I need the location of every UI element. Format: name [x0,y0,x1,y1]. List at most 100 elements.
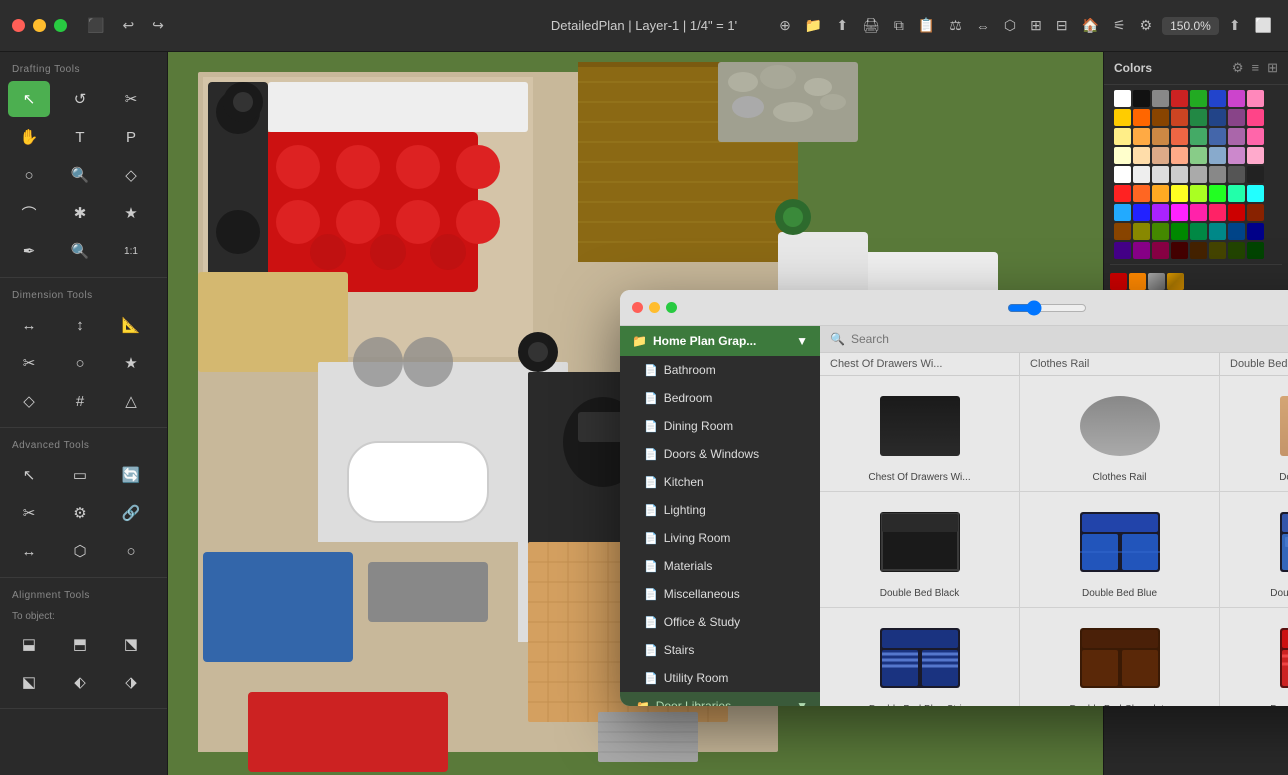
color-swatch[interactable] [1209,90,1226,107]
color-swatch[interactable] [1247,242,1264,259]
zoom-level[interactable]: 150.0% [1162,17,1219,35]
adv-gear-tool[interactable]: ⚙ [59,495,101,531]
color-swatch[interactable] [1133,109,1150,126]
library-search-input[interactable] [851,332,1288,346]
color-swatch[interactable] [1133,166,1150,183]
color-swatch[interactable] [1209,128,1226,145]
color-swatch[interactable] [1171,109,1188,126]
library-door-libraries[interactable]: 📁 Door Libraries ▼ [620,692,820,706]
color-swatch[interactable] [1133,185,1150,202]
color-swatch[interactable] [1133,204,1150,221]
grid-toggle-icon[interactable]: ⊞ [1267,60,1278,76]
color-swatch[interactable] [1247,109,1264,126]
align-left-bottom[interactable]: ⬕ [8,664,50,700]
angle-dim-tool[interactable]: 📐 [110,307,152,343]
color-swatch[interactable] [1228,147,1245,164]
copy-icon[interactable]: ⧉ [890,15,908,36]
adv-circle-tool[interactable]: ○ [110,533,152,569]
color-swatch[interactable] [1247,204,1264,221]
star-tool[interactable]: ✱ [59,195,101,231]
lib-minimize-button[interactable] [649,302,660,313]
color-swatch[interactable] [1133,223,1150,240]
color-swatch-orange[interactable] [1129,273,1146,290]
color-swatch[interactable] [1152,242,1169,259]
layers-icon[interactable]: ⚟ [1109,15,1130,36]
maximize-button[interactable] [54,19,67,32]
library-cat-living[interactable]: 📄 Living Room [620,524,820,552]
color-swatch[interactable] [1133,147,1150,164]
sidebar-toggle-icon[interactable]: ⬛ [83,15,108,36]
color-swatch[interactable] [1190,166,1207,183]
color-swatch[interactable] [1152,90,1169,107]
folder-icon[interactable]: 📁 [801,15,826,36]
list-item-bed-blue[interactable]: Double Bed Blue [1020,492,1220,608]
adv-resize-tool[interactable]: ↔ [8,533,50,569]
tri-tool[interactable]: △ [110,383,152,419]
color-swatch[interactable] [1209,185,1226,202]
color-swatch[interactable] [1190,185,1207,202]
color-swatch[interactable] [1247,223,1264,240]
color-swatch[interactable] [1171,242,1188,259]
lib-maximize-button[interactable] [666,302,677,313]
magnify-tool[interactable]: 🔍 [59,157,101,193]
color-swatch[interactable] [1133,90,1150,107]
vert-dim-tool[interactable]: ↕ [59,307,101,343]
library-cat-doors[interactable]: 📄 Doors & Windows [620,440,820,468]
undo-button[interactable]: ↩ [118,15,138,36]
color-swatch[interactable] [1247,128,1264,145]
color-swatch[interactable] [1228,242,1245,259]
adv-cut-tool[interactable]: ✂ [8,495,50,531]
color-swatch[interactable] [1228,90,1245,107]
color-swatch[interactable] [1133,128,1150,145]
arc-tool[interactable]: ⌒ [8,195,50,231]
select-tool[interactable]: ↖ [8,81,50,117]
zoom-tool[interactable]: 🔍 [59,233,101,269]
actual-size-tool[interactable]: 1:1 [110,233,152,269]
home-icon[interactable]: 🏠 [1078,15,1103,36]
color-swatch[interactable] [1209,223,1226,240]
list-item-bed-choc[interactable]: Double Bed Chocolate [1020,608,1220,706]
num-tool[interactable]: # [59,383,101,419]
horiz-dim-tool[interactable]: ↔ [8,307,50,343]
align-center-h[interactable]: ⬖ [59,664,101,700]
color-swatch[interactable] [1152,166,1169,183]
circle-dim-tool[interactable]: ○ [59,345,101,381]
color-swatch[interactable] [1133,242,1150,259]
color-swatch[interactable] [1190,109,1207,126]
color-swatch[interactable] [1114,147,1131,164]
color-swatch[interactable] [1190,147,1207,164]
library-cat-dining[interactable]: 📄 Dining Room [620,412,820,440]
library-cat-stairs[interactable]: 📄 Stairs [620,636,820,664]
color-swatch[interactable] [1228,166,1245,183]
list-item-chest[interactable]: Chest Of Drawers Wi... [820,376,1020,492]
redo-button[interactable]: ↪ [148,15,168,36]
filter-icon[interactable]: ⚙ [1232,60,1244,76]
minimize-button[interactable] [33,19,46,32]
list-item-clothes-rail[interactable]: Clothes Rail [1020,376,1220,492]
adv-rotate-tool[interactable]: 🔄 [110,457,152,493]
color-swatch[interactable] [1114,223,1131,240]
circle-tool[interactable]: ○ [8,157,50,193]
close-button[interactable] [12,19,25,32]
color-swatch[interactable] [1228,109,1245,126]
text-tool[interactable]: T [59,119,101,155]
library-header-item[interactable]: 📁 Home Plan Grap... ▼ [620,326,820,356]
color-swatch[interactable] [1228,223,1245,240]
library-cat-bathroom[interactable]: 📄 Bathroom [620,356,820,384]
color-swatch[interactable] [1171,147,1188,164]
color-swatch[interactable] [1247,90,1264,107]
polygon-tool[interactable]: ◇ [110,157,152,193]
color-swatch[interactable] [1171,90,1188,107]
color-swatch[interactable] [1114,185,1131,202]
print-icon[interactable]: 🖨 [858,15,884,36]
scale-icon[interactable]: ⚖ [945,15,966,36]
cut-tool[interactable]: ✂ [110,81,152,117]
adv-select-tool[interactable]: ↖ [8,457,50,493]
color-swatch[interactable] [1114,109,1131,126]
color-swatch[interactable] [1152,109,1169,126]
color-swatch[interactable] [1190,128,1207,145]
color-swatch[interactable] [1152,128,1169,145]
color-swatch[interactable] [1171,166,1188,183]
color-swatch-gold[interactable] [1167,273,1184,290]
library-cat-utility[interactable]: 📄 Utility Room [620,664,820,692]
